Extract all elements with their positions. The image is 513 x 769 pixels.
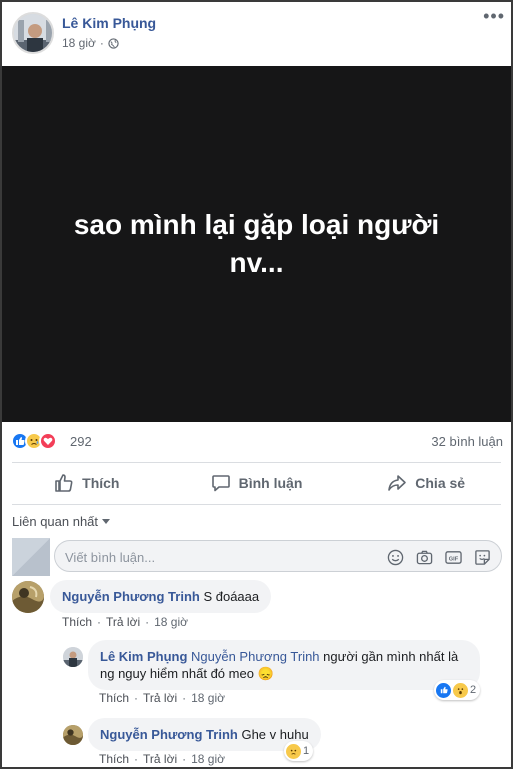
reply-author[interactable]: Nguyễn Phương Trinh [100, 727, 238, 742]
post-actions: Thích Bình luận Chia sẻ [2, 464, 511, 502]
reply-author-avatar[interactable] [63, 647, 83, 667]
reply-emoji: 😞 [257, 666, 274, 681]
emoji-icon[interactable] [386, 548, 404, 566]
reply-text: Ghe v huhu [241, 727, 309, 742]
comment-like-button[interactable]: Thích [62, 615, 92, 629]
share-button[interactable]: Chia sẻ [341, 464, 511, 502]
caret-down-icon [102, 519, 111, 524]
comment-actions: Thích · Trả lời · 18 giờ [62, 615, 188, 629]
love-reaction-icon [39, 432, 57, 450]
comment-input[interactable] [65, 547, 365, 567]
reply-time[interactable]: 18 giờ [191, 752, 225, 766]
reply-reaction-count: 2 [470, 684, 477, 696]
post-image-text: sao mình lại gặp loại người nv... [73, 209, 440, 278]
comment-time[interactable]: 18 giờ [154, 615, 188, 629]
camera-icon[interactable] [415, 548, 433, 566]
reaction-count[interactable]: 292 [70, 434, 92, 449]
post-meta: 18 giờ · [62, 36, 119, 50]
share-label: Chia sẻ [415, 475, 466, 491]
thumbs-up-icon [55, 474, 73, 492]
reply-reaction-count: 1 [303, 745, 310, 757]
post-time[interactable]: 18 giờ [62, 36, 96, 50]
share-icon [388, 475, 407, 491]
reply-actions: Thích · Trả lời · 18 giờ [99, 752, 225, 766]
commenter-avatar[interactable] [12, 581, 44, 613]
author-avatar[interactable] [12, 12, 54, 54]
post-image[interactable]: sao mình lại gặp loại người nv... [2, 66, 511, 422]
comment-input-box[interactable]: GIF [54, 540, 502, 572]
reply-reply-button[interactable]: Trả lời [143, 691, 177, 705]
comment-icon [211, 475, 230, 492]
globe-icon [108, 37, 119, 49]
reply-actions: Thích · Trả lời · 18 giờ [99, 691, 225, 705]
gif-icon[interactable]: GIF [444, 548, 462, 566]
reply-like-button[interactable]: Thích [99, 752, 129, 766]
reaction-icons[interactable] [11, 432, 57, 450]
comment-bubble: Nguyễn Phương Trinh S đoáaaa [50, 580, 272, 613]
comment-author[interactable]: Nguyễn Phương Trinh [62, 589, 200, 604]
divider [12, 504, 501, 505]
comment-input-tools: GIF [386, 548, 491, 566]
reply-reply-button[interactable]: Trả lời [143, 752, 177, 766]
reply-bubble: Lê Kim Phụng Nguyễn Phương Trinh người g… [88, 640, 480, 690]
current-user-avatar [12, 538, 50, 576]
comment-button[interactable]: Bình luận [172, 464, 342, 502]
meta-separator: · [99, 36, 104, 50]
comment-reply-button[interactable]: Trả lời [106, 615, 140, 629]
sort-label: Liên quan nhất [12, 514, 99, 529]
reply-mention[interactable]: Nguyễn Phương Trinh [191, 649, 320, 664]
reply-reactions[interactable]: 2 [434, 680, 481, 700]
sticker-icon[interactable] [473, 548, 491, 566]
comments-count[interactable]: 32 bình luận [431, 434, 503, 449]
like-label: Thích [82, 475, 120, 491]
reply-like-button[interactable]: Thích [99, 691, 129, 705]
reactions-summary: 292 32 bình luận [2, 430, 511, 454]
wow-reaction-icon [453, 682, 468, 698]
post-header: Lê Kim Phụng 18 giờ · ••• [2, 2, 511, 64]
comment-text: S đoáaaa [203, 589, 260, 604]
reply-author[interactable]: Lê Kim Phụng [100, 649, 187, 664]
facebook-post: Lê Kim Phụng 18 giờ · ••• sao mình lại g… [0, 0, 513, 769]
comment-label: Bình luận [238, 475, 303, 491]
reply-author-avatar[interactable] [63, 725, 83, 745]
author-name[interactable]: Lê Kim Phụng [62, 15, 156, 31]
more-options-icon[interactable]: ••• [483, 7, 505, 25]
like-reaction-icon [436, 682, 451, 698]
reply-time[interactable]: 18 giờ [191, 691, 225, 705]
reply-reactions[interactable]: 1 [284, 741, 314, 761]
like-button[interactable]: Thích [2, 464, 172, 502]
divider [12, 462, 501, 463]
svg-text:GIF: GIF [448, 556, 458, 562]
comment-sort-dropdown[interactable]: Liên quan nhất [12, 514, 111, 529]
sad-reaction-icon [286, 743, 301, 759]
